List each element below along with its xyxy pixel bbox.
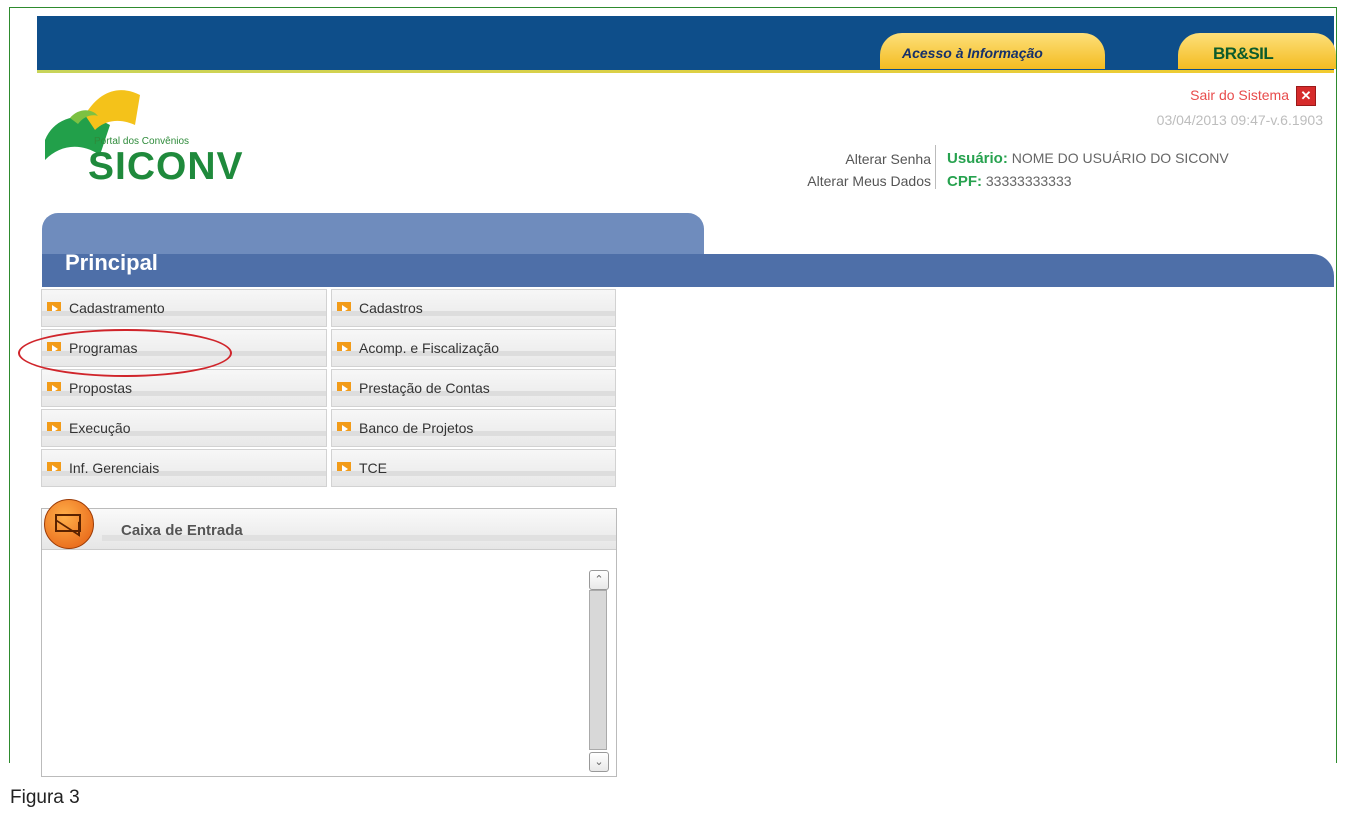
menu-item-label: Propostas (69, 380, 133, 396)
inbox-scrollbar[interactable]: ⌃ ⌄ (589, 570, 609, 773)
acesso-informacao-label[interactable]: Acesso à Informação (902, 45, 1043, 61)
menu-item-label: Prestação de Contas (359, 380, 490, 396)
menu-item-execucao[interactable]: Execução (41, 409, 327, 447)
menu-row: Inf. Gerenciais TCE (41, 449, 616, 489)
divider (935, 145, 936, 189)
menu-row: Cadastramento Cadastros (41, 289, 616, 329)
menu-item-banco-projetos[interactable]: Banco de Projetos (331, 409, 616, 447)
change-password-link[interactable]: Alterar Senha (807, 148, 931, 170)
menu-item-cadastros[interactable]: Cadastros (331, 289, 616, 327)
menu-item-label: Inf. Gerenciais (69, 460, 160, 476)
inbox-panel: Caixa de Entrada (41, 508, 617, 777)
menu-item-prestacao-contas[interactable]: Prestação de Contas (331, 369, 616, 407)
brasil-label[interactable]: BR&SIL (1213, 44, 1274, 64)
scroll-down-icon[interactable]: ⌄ (589, 752, 609, 772)
menu-item-label: Banco de Projetos (359, 420, 474, 436)
change-data-link[interactable]: Alterar Meus Dados (807, 170, 931, 192)
menu-item-acomp-fiscalizacao[interactable]: Acomp. e Fiscalização (331, 329, 616, 367)
menu-item-inf-gerenciais[interactable]: Inf. Gerenciais (41, 449, 327, 487)
inbox-title: Caixa de Entrada (121, 522, 243, 539)
user-info: Usuário: NOME DO USUÁRIO DO SICONV CPF: … (947, 147, 1229, 193)
scroll-up-icon[interactable]: ⌃ (589, 570, 609, 590)
banner-stripe (37, 70, 1334, 73)
logo-yellow-flag (85, 90, 140, 130)
mail-icon (44, 499, 94, 549)
top-banner (37, 16, 1334, 72)
cpf-value: 33333333333 (985, 173, 1072, 189)
page-title: Principal (65, 250, 158, 275)
highlight-ellipse (18, 329, 232, 377)
figure-caption: Figura 3 (10, 787, 80, 808)
menu-item-label: Execução (69, 420, 131, 436)
user-label: Usuário: (947, 150, 1008, 167)
menu-item-label: Cadastros (359, 300, 423, 316)
menu-item-cadastramento[interactable]: Cadastramento (41, 289, 327, 327)
user-links: Alterar Senha Alterar Meus Dados (807, 148, 931, 192)
close-icon[interactable]: ✕ (1296, 86, 1316, 106)
menu-item-label: Acomp. e Fiscalização (359, 340, 500, 356)
menu-row: Execução Banco de Projetos (41, 409, 616, 449)
scroll-thumb[interactable] (589, 590, 607, 750)
cpf-label: CPF: (947, 173, 982, 190)
main-menu: Cadastramento Cadastros Programas Acomp.… (41, 289, 616, 489)
menu-item-label: TCE (359, 460, 387, 476)
logout-link[interactable]: Sair do Sistema (1190, 87, 1289, 103)
user-value: NOME DO USUÁRIO DO SICONV (1011, 150, 1229, 166)
inbox-header: Caixa de Entrada (42, 509, 616, 550)
principal-bar (42, 254, 1334, 287)
menu-item-tce[interactable]: TCE (331, 449, 616, 487)
session-datetime: 03/04/2013 09:47-v.6.1903 (1156, 112, 1323, 128)
menu-item-label: Cadastramento (69, 300, 165, 316)
logo-name: SICONV (88, 145, 244, 188)
